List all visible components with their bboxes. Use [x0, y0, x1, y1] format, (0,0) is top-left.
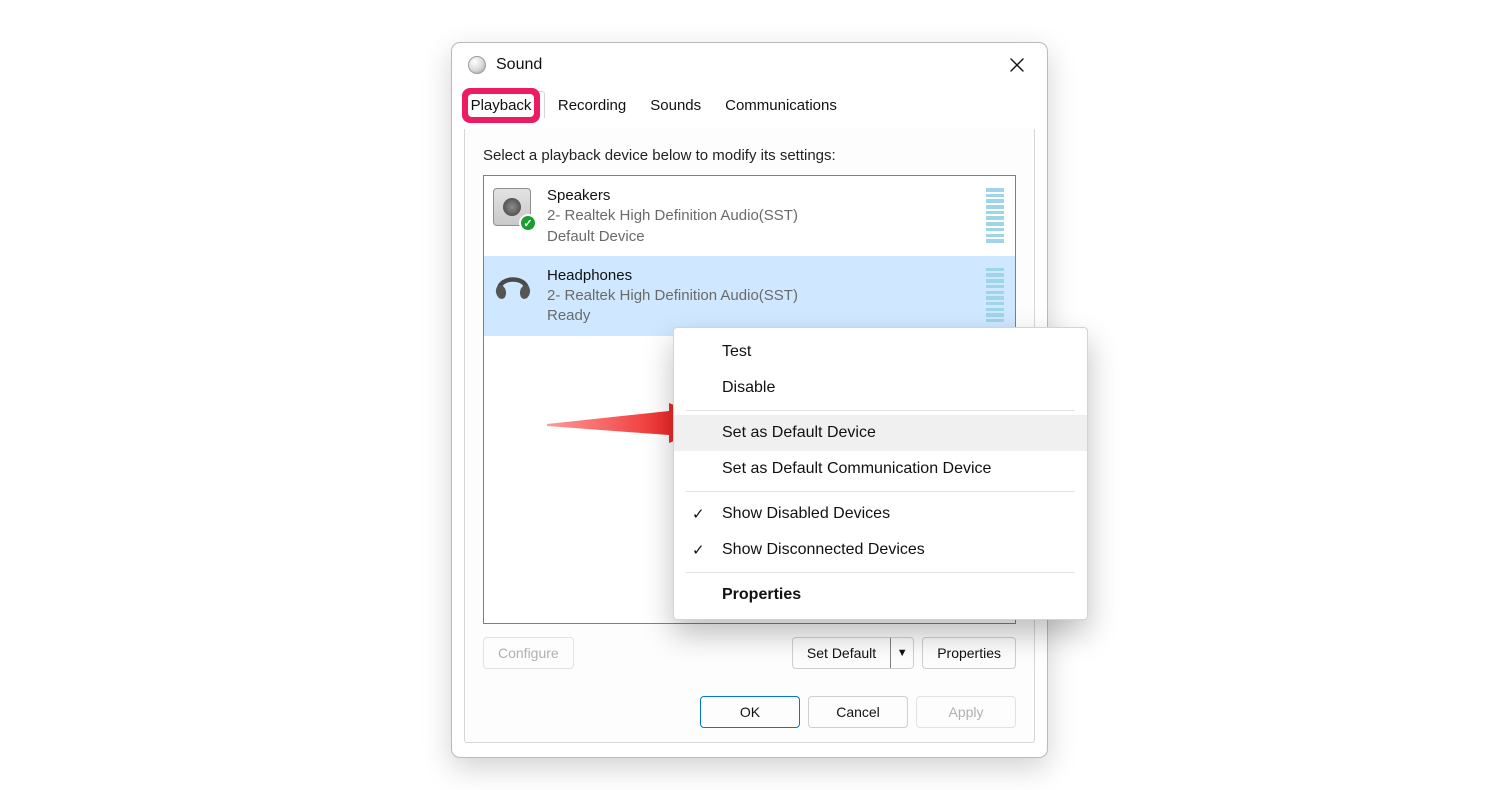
device-status: Ready — [547, 306, 798, 326]
menu-set-default-device[interactable]: Set as Default Device — [674, 415, 1087, 451]
device-driver: 2- Realtek High Definition Audio(SST) — [547, 286, 798, 306]
tab-playback[interactable]: Playback — [462, 91, 545, 118]
device-button-row: Configure Set Default ▼ Properties — [483, 637, 1016, 669]
menu-test[interactable]: Test — [674, 334, 1087, 370]
menu-show-disconnected[interactable]: Show Disconnected Devices — [674, 532, 1087, 568]
menu-separator — [686, 491, 1075, 492]
close-button[interactable] — [997, 46, 1037, 84]
speaker-icon: ✓ — [493, 188, 533, 228]
set-default-label: Set Default — [793, 638, 891, 668]
device-driver: 2- Realtek High Definition Audio(SST) — [547, 206, 798, 226]
window-title: Sound — [496, 56, 542, 74]
menu-show-disabled[interactable]: Show Disabled Devices — [674, 496, 1087, 532]
context-menu: Test Disable Set as Default Device Set a… — [673, 327, 1088, 620]
set-default-button[interactable]: Set Default ▼ — [792, 637, 914, 669]
instruction-text: Select a playback device below to modify… — [483, 147, 836, 164]
apply-button[interactable]: Apply — [916, 696, 1016, 728]
menu-set-default-comm-device[interactable]: Set as Default Communication Device — [674, 451, 1087, 487]
device-row-headphones[interactable]: Headphones 2- Realtek High Definition Au… — [484, 256, 1015, 336]
ok-button[interactable]: OK — [700, 696, 800, 728]
close-icon — [1010, 58, 1024, 72]
menu-separator — [686, 410, 1075, 411]
level-meter-icon — [986, 266, 1006, 323]
dialog-button-row: OK Cancel Apply — [700, 696, 1016, 728]
menu-separator — [686, 572, 1075, 573]
tab-sounds[interactable]: Sounds — [639, 91, 712, 118]
device-name: Speakers — [547, 186, 798, 206]
sound-icon — [468, 56, 486, 74]
device-status: Default Device — [547, 227, 798, 247]
titlebar: Sound — [452, 43, 1047, 87]
menu-properties[interactable]: Properties — [674, 577, 1087, 613]
tab-communications[interactable]: Communications — [714, 91, 848, 118]
headphones-icon — [493, 268, 533, 308]
configure-button[interactable]: Configure — [483, 637, 574, 669]
default-badge-icon: ✓ — [519, 214, 537, 232]
device-name: Headphones — [547, 266, 798, 286]
menu-disable[interactable]: Disable — [674, 370, 1087, 406]
cancel-button[interactable]: Cancel — [808, 696, 908, 728]
device-row-speakers[interactable]: ✓ Speakers 2- Realtek High Definition Au… — [484, 176, 1015, 256]
level-meter-icon — [986, 186, 1006, 243]
tab-bar: Playback Recording Sounds Communications — [452, 91, 1047, 118]
properties-button[interactable]: Properties — [922, 637, 1016, 669]
dropdown-arrow-icon[interactable]: ▼ — [891, 647, 913, 659]
tab-recording[interactable]: Recording — [547, 91, 637, 118]
